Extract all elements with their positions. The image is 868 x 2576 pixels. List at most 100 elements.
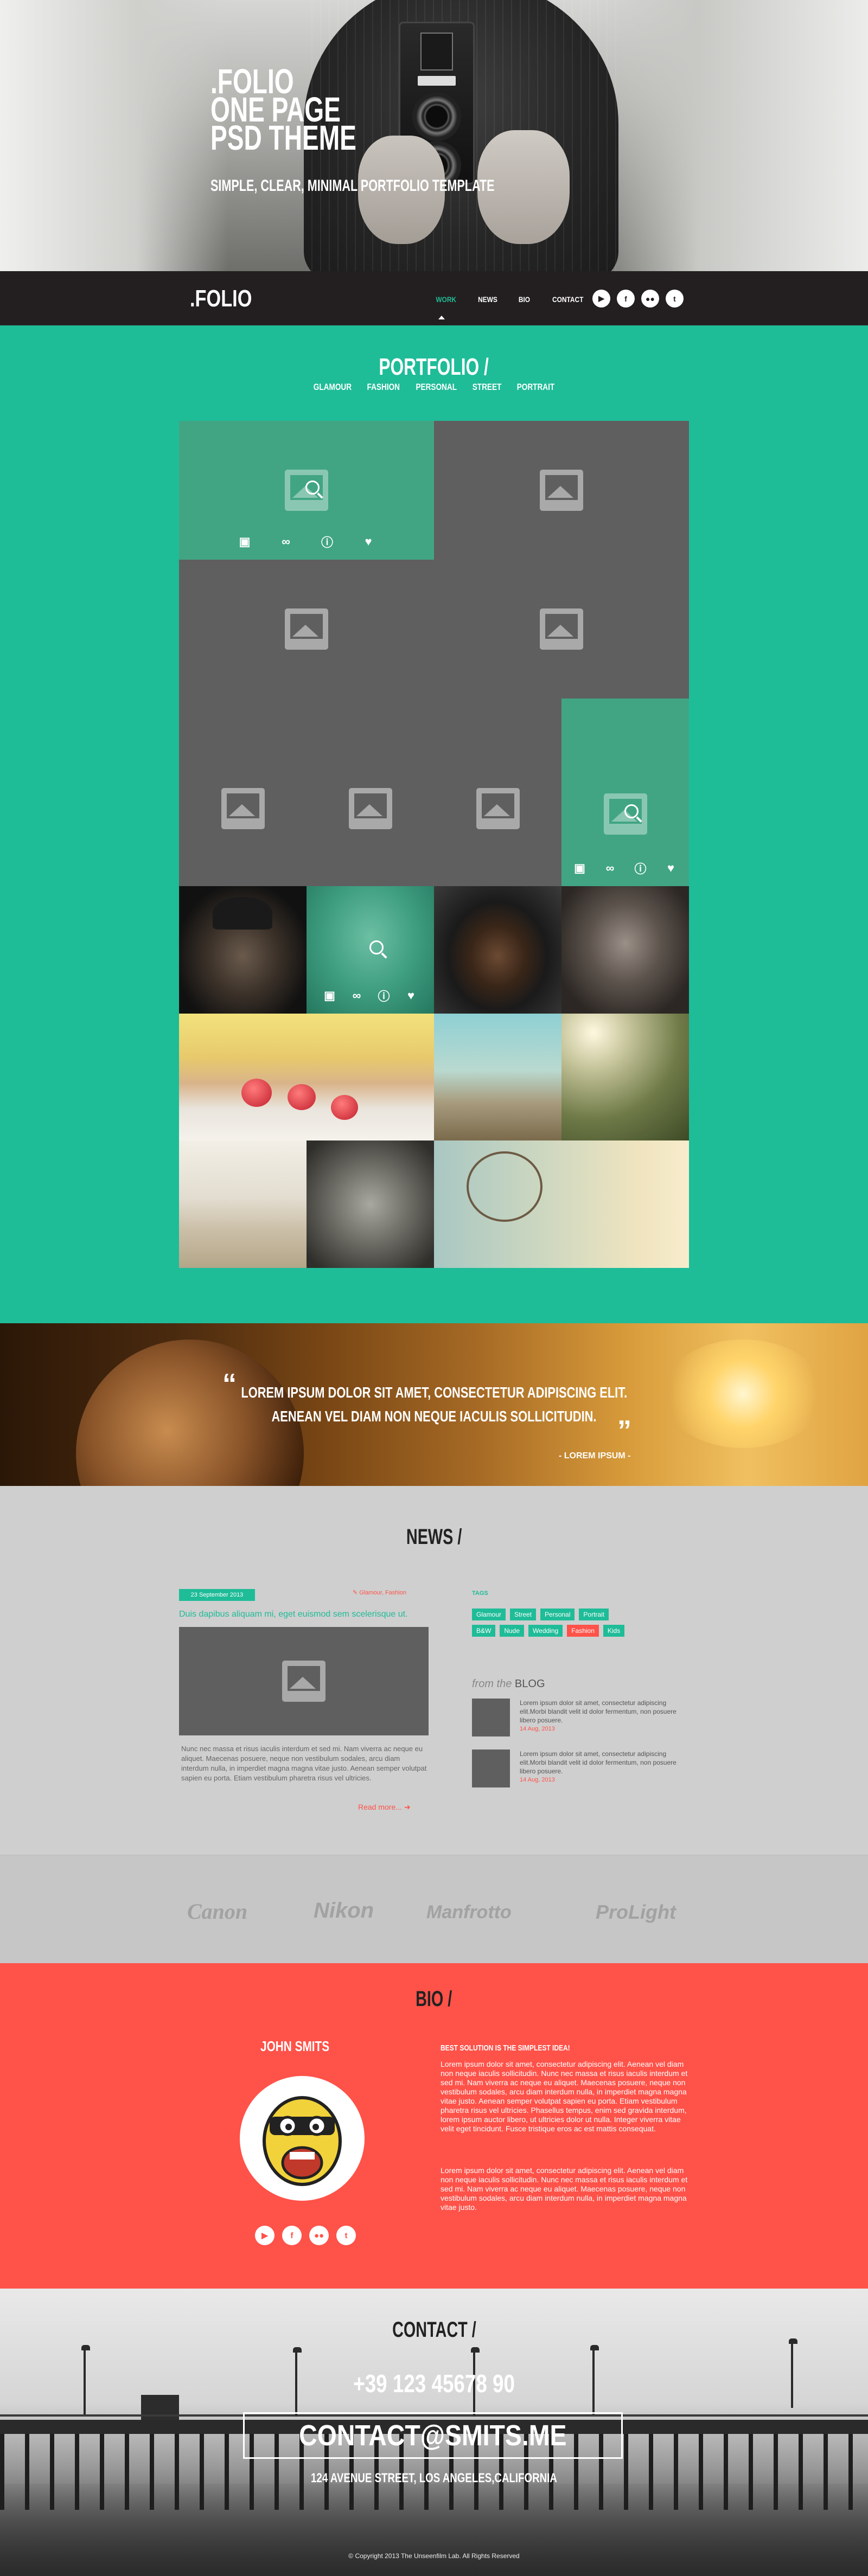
- beanie-shape: [213, 897, 272, 930]
- blog-thumbnail[interactable]: [472, 1750, 510, 1787]
- youtube-icon[interactable]: ▶: [592, 290, 610, 307]
- nav-item-bio[interactable]: BIO: [519, 295, 530, 304]
- portfolio-item[interactable]: [179, 699, 307, 886]
- heart-icon[interactable]: ♥: [403, 988, 419, 1004]
- portrait-photo-bearded-man[interactable]: [561, 886, 689, 1014]
- filter-glamour[interactable]: GLAMOUR: [314, 382, 352, 393]
- hero-title-line3: PSD THEME: [210, 118, 356, 157]
- filter-personal[interactable]: PERSONAL: [416, 382, 457, 393]
- blog-item[interactable]: Lorem ipsum dolor sit amet, consectetur …: [472, 1699, 678, 1742]
- quote-line1: LOREM IPSUM DOLOR SIT AMET, CONSECTETUR …: [241, 1384, 627, 1401]
- dreamcatcher-photo[interactable]: [434, 1140, 689, 1268]
- nav-item-news[interactable]: NEWS: [478, 295, 497, 304]
- link-icon[interactable]: ∞: [349, 988, 365, 1004]
- info-icon[interactable]: ⓘ: [633, 860, 649, 876]
- post-tags[interactable]: ✎ Glamour, Fashion: [353, 1589, 406, 1596]
- contact-phone[interactable]: +39 123 45678 90: [0, 2369, 868, 2398]
- portrait-photo-hooded-man[interactable]: [434, 886, 561, 1014]
- gallery-icon[interactable]: ▣: [572, 860, 588, 876]
- nav-item-contact[interactable]: CONTACT: [552, 295, 583, 304]
- facebook-icon[interactable]: f: [617, 290, 635, 307]
- hero-title: .FOLIO ONE PAGE PSD THEME: [210, 64, 356, 157]
- post-title[interactable]: Duis dapibus aliquam mi, eget euismod se…: [179, 1610, 408, 1619]
- news-title: NEWS /: [0, 1525, 868, 1549]
- tag-personal[interactable]: Personal: [540, 1609, 575, 1620]
- portfolio-item-hover[interactable]: ▣ ∞ ⓘ ♥: [561, 699, 689, 886]
- info-icon[interactable]: ⓘ: [376, 988, 392, 1004]
- heart-icon[interactable]: ♥: [663, 860, 679, 876]
- contact-email-box[interactable]: CONTACT@SMITS.ME: [243, 2412, 623, 2459]
- bio-name: JOHN SMITS: [260, 2038, 330, 2054]
- contact-section: CONTACT / +39 123 45678 90 CONTACT@SMITS…: [0, 2289, 868, 2576]
- filter-street[interactable]: STREET: [473, 382, 502, 393]
- flickr-icon[interactable]: ●●: [641, 290, 659, 307]
- heart-icon[interactable]: ♥: [360, 534, 376, 550]
- facebook-icon[interactable]: f: [282, 2226, 302, 2245]
- youtube-icon[interactable]: ▶: [255, 2226, 275, 2245]
- info-icon[interactable]: ⓘ: [319, 534, 335, 550]
- portfolio-item[interactable]: [434, 560, 689, 699]
- link-icon[interactable]: ∞: [278, 534, 294, 550]
- tag-street[interactable]: Street: [510, 1609, 537, 1620]
- blog-item[interactable]: Lorem ipsum dolor sit amet, consectetur …: [472, 1750, 678, 1793]
- post-tags-text[interactable]: Glamour, Fashion: [359, 1590, 406, 1596]
- cart-photo[interactable]: [434, 1014, 561, 1140]
- tag-nude[interactable]: Nude: [500, 1625, 525, 1637]
- nav-item-work[interactable]: WORK: [436, 295, 456, 304]
- portfolio-item[interactable]: [434, 421, 689, 560]
- blog-thumbnail[interactable]: [472, 1699, 510, 1736]
- tag-bw[interactable]: B&W: [472, 1625, 496, 1637]
- tag-icon: ✎: [353, 1590, 360, 1596]
- zoom-icon[interactable]: [369, 940, 384, 954]
- zoom-icon[interactable]: [624, 804, 639, 818]
- prolight-logo[interactable]: ProLight: [596, 1901, 676, 1924]
- bio-paragraph: Lorem ipsum dolor sit amet, consectetur …: [441, 2060, 688, 2133]
- twitter-icon[interactable]: t: [336, 2226, 356, 2245]
- link-icon[interactable]: ∞: [602, 860, 618, 876]
- contact-email[interactable]: CONTACT@SMITS.ME: [299, 2414, 566, 2457]
- beach-photo[interactable]: [179, 1140, 307, 1268]
- site-logo[interactable]: .FOLIO: [190, 285, 252, 312]
- gallery-icon[interactable]: ▣: [237, 534, 253, 550]
- canon-logo[interactable]: Canon: [187, 1899, 247, 1924]
- manfrotto-logo[interactable]: Manfrotto: [426, 1902, 512, 1923]
- portfolio-item[interactable]: [179, 560, 434, 699]
- tag-wedding[interactable]: Wedding: [528, 1625, 563, 1637]
- gallery-icon[interactable]: ▣: [322, 988, 338, 1004]
- tag-glamour[interactable]: Glamour: [472, 1609, 506, 1620]
- portfolio-item-hover[interactable]: ▣ ∞ ⓘ ♥: [179, 421, 434, 560]
- grass-photo[interactable]: [561, 1014, 689, 1140]
- tag-cloud: Glamour Street Personal Portrait B&W Nud…: [472, 1609, 635, 1637]
- read-more-link[interactable]: Read more... ➜: [358, 1803, 411, 1812]
- portrait-photo-man-beanie[interactable]: [179, 886, 307, 1014]
- raspberry-shape: [331, 1095, 358, 1120]
- post-image[interactable]: [179, 1627, 429, 1735]
- news-title-text: NEWS /: [406, 1525, 462, 1549]
- portfolio-item[interactable]: [307, 699, 434, 886]
- zoom-icon[interactable]: [305, 480, 320, 495]
- portfolio-grid: ▣ ∞ ⓘ ♥ ▣ ∞ ⓘ ♥ ▣ ∞ ⓘ ♥: [179, 421, 689, 1268]
- flickr-icon[interactable]: ●●: [309, 2226, 329, 2245]
- tag-fashion[interactable]: Fashion: [567, 1625, 599, 1637]
- portfolio-item[interactable]: [434, 699, 561, 886]
- portfolio-item-hover-portrait[interactable]: ▣ ∞ ⓘ ♥: [307, 886, 434, 1014]
- wheel-photo[interactable]: [307, 1140, 434, 1268]
- main-navigation: .FOLIO WORK NEWS BIO CONTACT ▶ f ●● t: [0, 271, 868, 325]
- hero-banner: .FOLIO ONE PAGE PSD THEME SIMPLE, CLEAR,…: [0, 0, 868, 271]
- read-more-label[interactable]: Read more...: [358, 1803, 402, 1811]
- twitter-icon[interactable]: t: [666, 290, 684, 307]
- tag-kids[interactable]: Kids: [603, 1625, 625, 1637]
- hero-subtitle: SIMPLE, CLEAR, MINIMAL PORTFOLIO TEMPLAT…: [210, 177, 495, 195]
- contact-phone-text[interactable]: +39 123 45678 90: [353, 2369, 515, 2398]
- portfolio-section: PORTFOLIO / GLAMOUR FASHION PERSONAL STR…: [0, 325, 868, 1323]
- raspberries-photo[interactable]: [179, 1014, 434, 1140]
- filter-fashion[interactable]: FASHION: [367, 382, 400, 393]
- blog-item-date: 14 Aug, 2013: [520, 1726, 555, 1732]
- blog-heading-label: BLOG: [514, 1678, 545, 1690]
- copyright: © Copyright 2013 The Unseenfilm Lab. All…: [348, 2552, 520, 2560]
- tag-portrait[interactable]: Portrait: [579, 1609, 609, 1620]
- nikon-logo[interactable]: Nikon: [314, 1899, 374, 1923]
- raspberry-shape: [288, 1084, 316, 1110]
- filter-portrait[interactable]: PORTRAIT: [517, 382, 555, 393]
- item-actions: ▣ ∞ ⓘ ♥: [179, 534, 434, 550]
